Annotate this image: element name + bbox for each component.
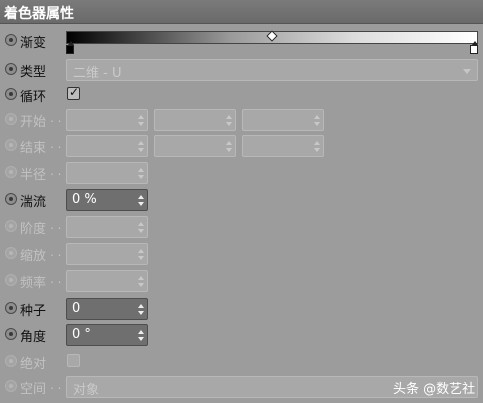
start-z-field[interactable] <box>242 109 324 131</box>
gradient-label: 渐变 <box>20 36 47 51</box>
absolute-checkbox[interactable] <box>67 354 80 367</box>
panel-header: 着色器属性 <box>0 0 483 24</box>
seed-label: 种子 <box>20 304 47 319</box>
spinner-icon[interactable] <box>138 168 144 179</box>
start-dots: . . <box>50 111 62 125</box>
spinner-icon[interactable] <box>226 141 232 152</box>
frequency-animate-radio[interactable] <box>5 274 17 286</box>
type-label: 类型 <box>20 65 47 80</box>
seed-value: 0 <box>72 301 81 316</box>
row-turbulence: 湍流 0 % <box>0 187 483 213</box>
octaves-animate-radio[interactable] <box>5 220 17 232</box>
row-absolute: 绝对 <box>0 349 483 375</box>
row-gradient: 渐变 <box>0 28 483 54</box>
angle-label: 角度 <box>20 330 47 345</box>
space-select-value: 对象 <box>73 383 100 398</box>
angle-animate-radio[interactable] <box>5 328 17 340</box>
frequency-dots: . . <box>50 272 62 286</box>
row-seed: 种子 0 <box>0 296 483 322</box>
turbulence-value: 0 % <box>72 192 97 207</box>
gradient-animate-radio[interactable] <box>5 34 17 46</box>
cycle-animate-radio[interactable] <box>5 88 17 100</box>
row-frequency: 频率 . . <box>0 268 483 294</box>
angle-value: 0 ° <box>72 327 91 342</box>
row-cycle: 循环 ✓ <box>0 82 483 108</box>
start-label: 开始 <box>20 115 47 130</box>
type-select[interactable]: 二维 - U <box>66 59 478 81</box>
spinner-icon[interactable] <box>138 330 144 341</box>
row-radius: 半径 . . <box>0 160 483 186</box>
type-select-value: 二维 - U <box>73 66 122 81</box>
spinner-icon[interactable] <box>138 304 144 315</box>
gradient-end-stop[interactable] <box>470 41 478 54</box>
scale-label: 缩放 <box>20 249 47 264</box>
radius-dots: . . <box>50 164 62 178</box>
absolute-animate-radio[interactable] <box>5 355 17 367</box>
turbulence-animate-radio[interactable] <box>5 193 17 205</box>
row-octaves: 阶度 . . <box>0 214 483 240</box>
chevron-down-icon <box>463 69 471 74</box>
end-label: 结束 <box>20 141 47 156</box>
row-scale: 缩放 . . <box>0 241 483 267</box>
radius-animate-radio[interactable] <box>5 166 17 178</box>
end-dots: . . <box>50 137 62 151</box>
start-animate-radio[interactable] <box>5 113 17 125</box>
watermark-text: 头条 @数艺社 <box>393 382 476 397</box>
end-x-field[interactable] <box>66 135 148 157</box>
panel-title: 着色器属性 <box>4 6 74 22</box>
angle-field[interactable]: 0 ° <box>66 324 148 346</box>
cycle-checkbox[interactable]: ✓ <box>67 85 80 100</box>
seed-animate-radio[interactable] <box>5 302 17 314</box>
space-label: 空间 <box>20 382 47 397</box>
spinner-icon[interactable] <box>314 141 320 152</box>
row-end: 结束 . . <box>0 133 483 159</box>
row-start: 开始 . . <box>0 107 483 133</box>
frequency-field[interactable] <box>66 270 148 292</box>
type-animate-radio[interactable] <box>5 63 17 75</box>
end-animate-radio[interactable] <box>5 139 17 151</box>
radius-label: 半径 <box>20 168 47 183</box>
row-angle: 角度 0 ° <box>0 322 483 348</box>
octaves-label: 阶度 <box>20 222 47 237</box>
octaves-dots: . . <box>50 218 62 232</box>
row-type: 类型 二维 - U <box>0 57 483 83</box>
spinner-icon[interactable] <box>226 115 232 126</box>
spinner-icon[interactable] <box>138 195 144 206</box>
end-z-field[interactable] <box>242 135 324 157</box>
frequency-label: 频率 <box>20 276 47 291</box>
spinner-icon[interactable] <box>138 222 144 233</box>
scale-field[interactable] <box>66 243 148 265</box>
start-x-field[interactable] <box>66 109 148 131</box>
turbulence-field[interactable]: 0 % <box>66 189 148 211</box>
spinner-icon[interactable] <box>314 115 320 126</box>
spinner-icon[interactable] <box>138 276 144 287</box>
spinner-icon[interactable] <box>138 141 144 152</box>
absolute-label: 绝对 <box>20 357 47 372</box>
space-animate-radio[interactable] <box>5 380 17 392</box>
start-y-field[interactable] <box>154 109 236 131</box>
spinner-icon[interactable] <box>138 115 144 126</box>
space-dots: . . <box>50 378 62 392</box>
radius-field[interactable] <box>66 162 148 184</box>
gradient-start-stop[interactable] <box>66 41 74 54</box>
turbulence-label: 湍流 <box>20 195 47 210</box>
checkmark-icon: ✓ <box>69 85 80 99</box>
end-y-field[interactable] <box>154 135 236 157</box>
seed-field[interactable]: 0 <box>66 298 148 320</box>
octaves-field[interactable] <box>66 216 148 238</box>
scale-dots: . . <box>50 245 62 259</box>
cycle-label: 循环 <box>20 90 47 105</box>
scale-animate-radio[interactable] <box>5 247 17 259</box>
spinner-icon[interactable] <box>138 249 144 260</box>
